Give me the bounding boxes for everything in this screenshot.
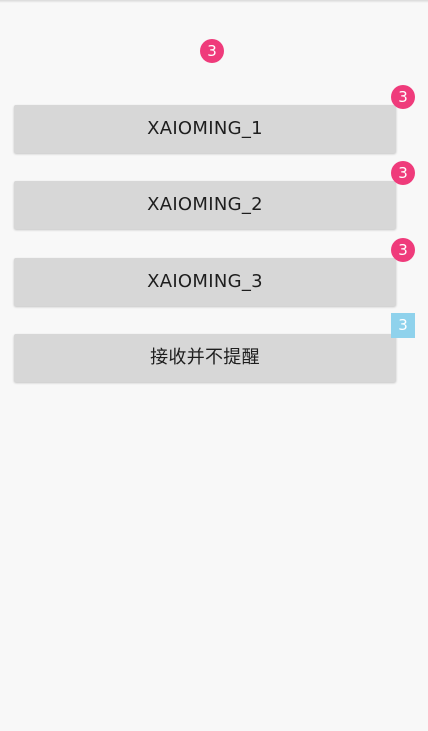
xaioming-1-badge: 3 [391, 85, 415, 109]
status-bar-shadow [0, 0, 428, 3]
xaioming-2-button[interactable]: XAIOMING_2 [14, 181, 396, 229]
top-count-badge: 3 [200, 39, 224, 63]
receive-silently-badge: 3 [391, 313, 415, 338]
xaioming-3-badge: 3 [391, 238, 415, 262]
xaioming-3-button[interactable]: XAIOMING_3 [14, 258, 396, 306]
receive-silently-button[interactable]: 接收并不提醒 [14, 334, 396, 382]
xaioming-2-badge: 3 [391, 161, 415, 185]
xaioming-1-button[interactable]: XAIOMING_1 [14, 105, 396, 153]
